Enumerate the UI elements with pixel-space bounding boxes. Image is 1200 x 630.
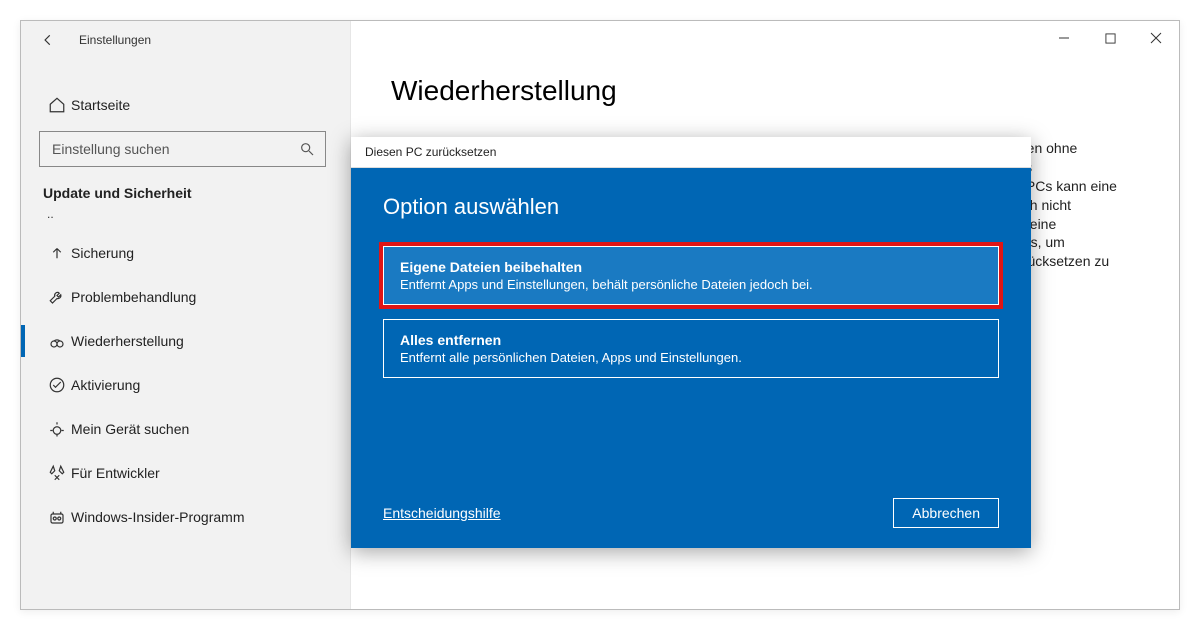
reset-pc-dialog: Diesen PC zurücksetzen Option auswählen … — [351, 137, 1031, 548]
cancel-button[interactable]: Abbrechen — [893, 498, 999, 528]
sidebar-item-label: Aktivierung — [71, 377, 140, 393]
minimize-button[interactable] — [1041, 21, 1087, 55]
background-help-text: men ohne Cs s PCs kann eine och nicht ie… — [1015, 139, 1165, 271]
option-description: Entfernt alle persönlichen Dateien, Apps… — [400, 350, 982, 365]
sidebar-item-wrench[interactable]: Problembehandlung — [39, 275, 326, 319]
sidebar-item-label: Problembehandlung — [71, 289, 196, 305]
sidebar-item-locate[interactable]: Mein Gerät suchen — [39, 407, 326, 451]
decision-help-link[interactable]: Entscheidungshilfe — [383, 505, 501, 521]
section-header: Update und Sicherheit — [39, 185, 326, 201]
search-input-wrapper[interactable] — [39, 131, 326, 167]
overflow-dots[interactable]: .. — [39, 207, 326, 231]
sidebar-home[interactable]: Startseite — [39, 83, 326, 127]
sidebar-item-check[interactable]: Aktivierung — [39, 363, 326, 407]
wrench-icon — [43, 288, 71, 306]
recovery-icon — [43, 332, 71, 350]
dialog-heading: Option auswählen — [383, 194, 999, 220]
sidebar-item-label: Windows-Insider-Programm — [71, 509, 244, 525]
option-keep-files[interactable]: Eigene Dateien beibehalten Entfernt Apps … — [383, 246, 999, 305]
main-pane: Wiederherstellung men ohne Cs s PCs kann… — [351, 21, 1179, 609]
sidebar-item-recovery[interactable]: Wiederherstellung — [39, 319, 326, 363]
sidebar-item-label: Sicherung — [71, 245, 134, 261]
sidebar-home-label: Startseite — [71, 97, 130, 113]
insider-icon — [43, 508, 71, 526]
page-title: Wiederherstellung — [391, 75, 1139, 107]
option-description: Entfernt Apps und Einstellungen, behält … — [400, 277, 982, 292]
tools-icon — [43, 464, 71, 482]
sidebar-item-upload[interactable]: Sicherung — [39, 231, 326, 275]
app-name: Einstellungen — [79, 33, 151, 47]
dialog-titlebar: Diesen PC zurücksetzen — [351, 137, 1031, 168]
close-button[interactable] — [1133, 21, 1179, 55]
check-icon — [43, 376, 71, 394]
sidebar-item-label: Wiederherstellung — [71, 333, 184, 349]
titlebar: Einstellungen — [21, 21, 350, 59]
upload-icon — [43, 244, 71, 262]
locate-icon — [43, 420, 71, 438]
option-remove-everything[interactable]: Alles entfernen Entfernt alle persönliche… — [383, 319, 999, 378]
sidebar-item-label: Für Entwickler — [71, 465, 160, 481]
sidebar-item-insider[interactable]: Windows-Insider-Programm — [39, 495, 326, 539]
option-title: Eigene Dateien beibehalten — [400, 259, 982, 275]
home-icon — [43, 96, 71, 114]
back-icon[interactable] — [39, 33, 57, 47]
search-input[interactable] — [50, 140, 274, 158]
settings-window: Einstellungen Startseite Update und Sich… — [20, 20, 1180, 610]
sidebar: Einstellungen Startseite Update und Sich… — [21, 21, 351, 609]
search-icon — [299, 141, 315, 157]
option-title: Alles entfernen — [400, 332, 982, 348]
sidebar-item-tools[interactable]: Für Entwickler — [39, 451, 326, 495]
maximize-button[interactable] — [1087, 21, 1133, 55]
sidebar-item-label: Mein Gerät suchen — [71, 421, 189, 437]
dialog-window-title: Diesen PC zurücksetzen — [365, 145, 496, 159]
